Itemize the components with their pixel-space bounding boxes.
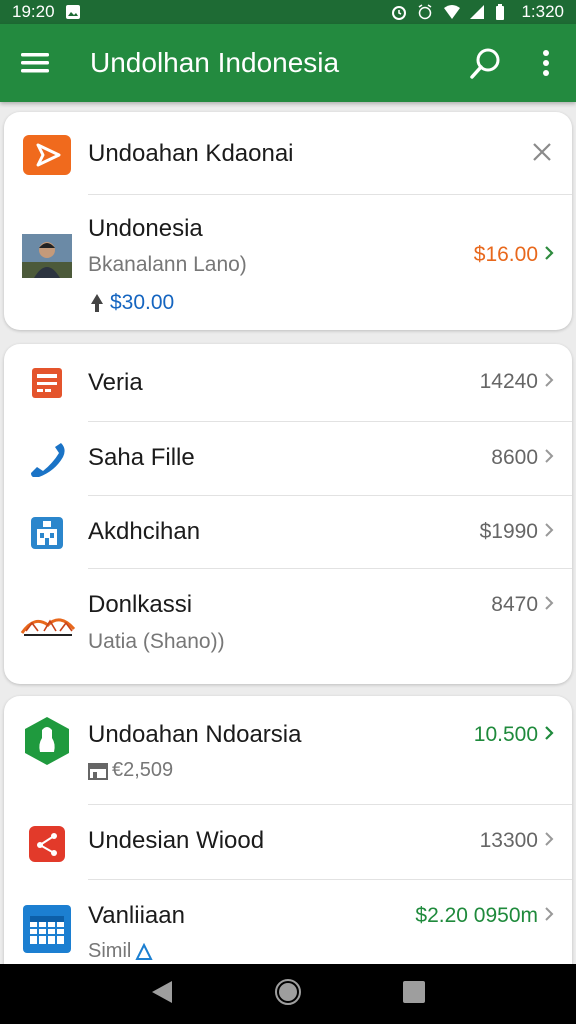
chevron-right-icon <box>544 723 554 747</box>
chevron-right-icon <box>544 520 554 544</box>
app-title: Undolhan Indonesia <box>90 47 340 78</box>
list-item-label: Akdhcihan <box>88 518 201 545</box>
gallery-icon <box>65 4 81 20</box>
more-options-icon[interactable] <box>534 43 558 83</box>
featured-header-title: Undoahan Kdaonai <box>88 140 294 167</box>
user-icon <box>135 942 153 960</box>
list-item[interactable]: Undesian Wiood 13300 <box>4 805 572 879</box>
home-button[interactable] <box>274 978 302 1011</box>
app-bar: Undolhan Indonesia <box>0 24 576 102</box>
item-value: 14240 <box>479 370 538 393</box>
list-item-label: Undoahan Ndoarsia <box>88 721 302 748</box>
featured-header[interactable]: Undoahan Kdaonai <box>4 112 572 194</box>
status-time: 19:20 <box>12 2 55 21</box>
list-item-value: 10.500 <box>474 723 554 747</box>
chevron-right-icon <box>544 904 554 928</box>
featured-item[interactable]: Undonesia Bkanalann Lano) $30.00 $16.00 <box>4 195 572 330</box>
list-item[interactable]: Veria 14240 <box>4 344 572 420</box>
item-value: 8470 <box>491 593 538 616</box>
list-item-sublabel: Simil <box>88 940 132 962</box>
list-item-label: Vanliiaan <box>88 902 185 929</box>
document-icon <box>22 358 72 408</box>
item-value: $1990 <box>479 520 538 543</box>
list-item-value: 14240 <box>480 370 554 394</box>
menu-icon[interactable] <box>18 46 52 80</box>
item-value: 10.500 <box>473 723 538 746</box>
list-item-sublabel: Uatia (Shano)) <box>88 630 225 653</box>
status-bar: 19:20 1:320 <box>0 0 576 24</box>
list-item-sublabel-row: €2,509 <box>88 759 173 782</box>
featured-amount-value: $30.00 <box>110 291 175 314</box>
list-item-value: 8470 <box>491 593 554 617</box>
leaf-icon <box>22 716 72 766</box>
avatar <box>22 231 72 281</box>
list-item-label: Saha Fille <box>88 444 195 471</box>
chevron-right-icon <box>544 446 554 470</box>
chevron-right-icon <box>544 245 554 266</box>
search-icon[interactable] <box>466 43 506 83</box>
play-icon <box>22 130 72 180</box>
item-value: 8600 <box>491 446 538 469</box>
phone-icon <box>22 434 72 484</box>
chevron-right-icon <box>544 370 554 394</box>
list-item-label: Donlkassi <box>88 591 193 618</box>
list-item-sublabel-row: Simil <box>88 940 153 963</box>
brand-logo-icon <box>18 601 78 651</box>
chevron-right-icon <box>544 829 554 853</box>
close-icon[interactable] <box>532 142 552 167</box>
list-item-value: 13300 <box>480 829 554 853</box>
share-icon <box>22 819 72 869</box>
list-item[interactable]: Saha Fille 8600 <box>4 422 572 494</box>
system-nav-bar <box>0 964 576 1024</box>
list-item[interactable]: Akdhcihan $1990 <box>4 496 572 568</box>
list-item-label: Undesian Wiood <box>88 827 265 854</box>
calendar-icon <box>22 904 72 954</box>
item-value: $2.20 0950m <box>415 904 538 927</box>
price-value: $16.00 <box>473 243 538 266</box>
list-item-value: $1990 <box>480 520 554 544</box>
list-item-value: 8600 <box>491 446 554 470</box>
battery-icon <box>495 4 511 20</box>
list-card: Undoahan Ndoarsia €2,509 10.500 Undesian… <box>4 696 572 986</box>
list-item-value: $2.20 0950m <box>415 904 554 928</box>
featured-item-title: Undonesia <box>88 215 203 242</box>
featured-item-amount: $30.00 <box>88 291 174 315</box>
list-item-label: Veria <box>88 369 143 396</box>
wifi-icon <box>443 4 461 20</box>
list-item-sublabel: €2,509 <box>112 759 174 781</box>
list-item[interactable]: Undoahan Ndoarsia €2,509 10.500 <box>4 696 572 804</box>
store-icon <box>88 762 108 780</box>
status-clock: 1:320 <box>521 2 564 21</box>
pin-icon <box>91 294 103 312</box>
list-card: Veria 14240 Saha Fille 8600 Akdhcihan $1… <box>4 344 572 684</box>
featured-item-subtitle: Bkanalann Lano) <box>88 253 247 276</box>
alarm-icon <box>391 4 407 20</box>
chevron-right-icon <box>544 593 554 617</box>
featured-item-price: $16.00 <box>474 243 554 267</box>
recents-button[interactable] <box>402 980 426 1009</box>
list-item[interactable]: Donlkassi Uatia (Shano)) 8470 <box>4 569 572 684</box>
featured-card: Undoahan Kdaonai Undonesia Bkanalann Lan… <box>4 112 572 330</box>
alarm-outline-icon <box>417 4 433 20</box>
building-icon <box>22 508 72 558</box>
item-value: 13300 <box>479 829 538 852</box>
signal-icon <box>469 4 485 20</box>
back-button[interactable] <box>150 979 174 1010</box>
